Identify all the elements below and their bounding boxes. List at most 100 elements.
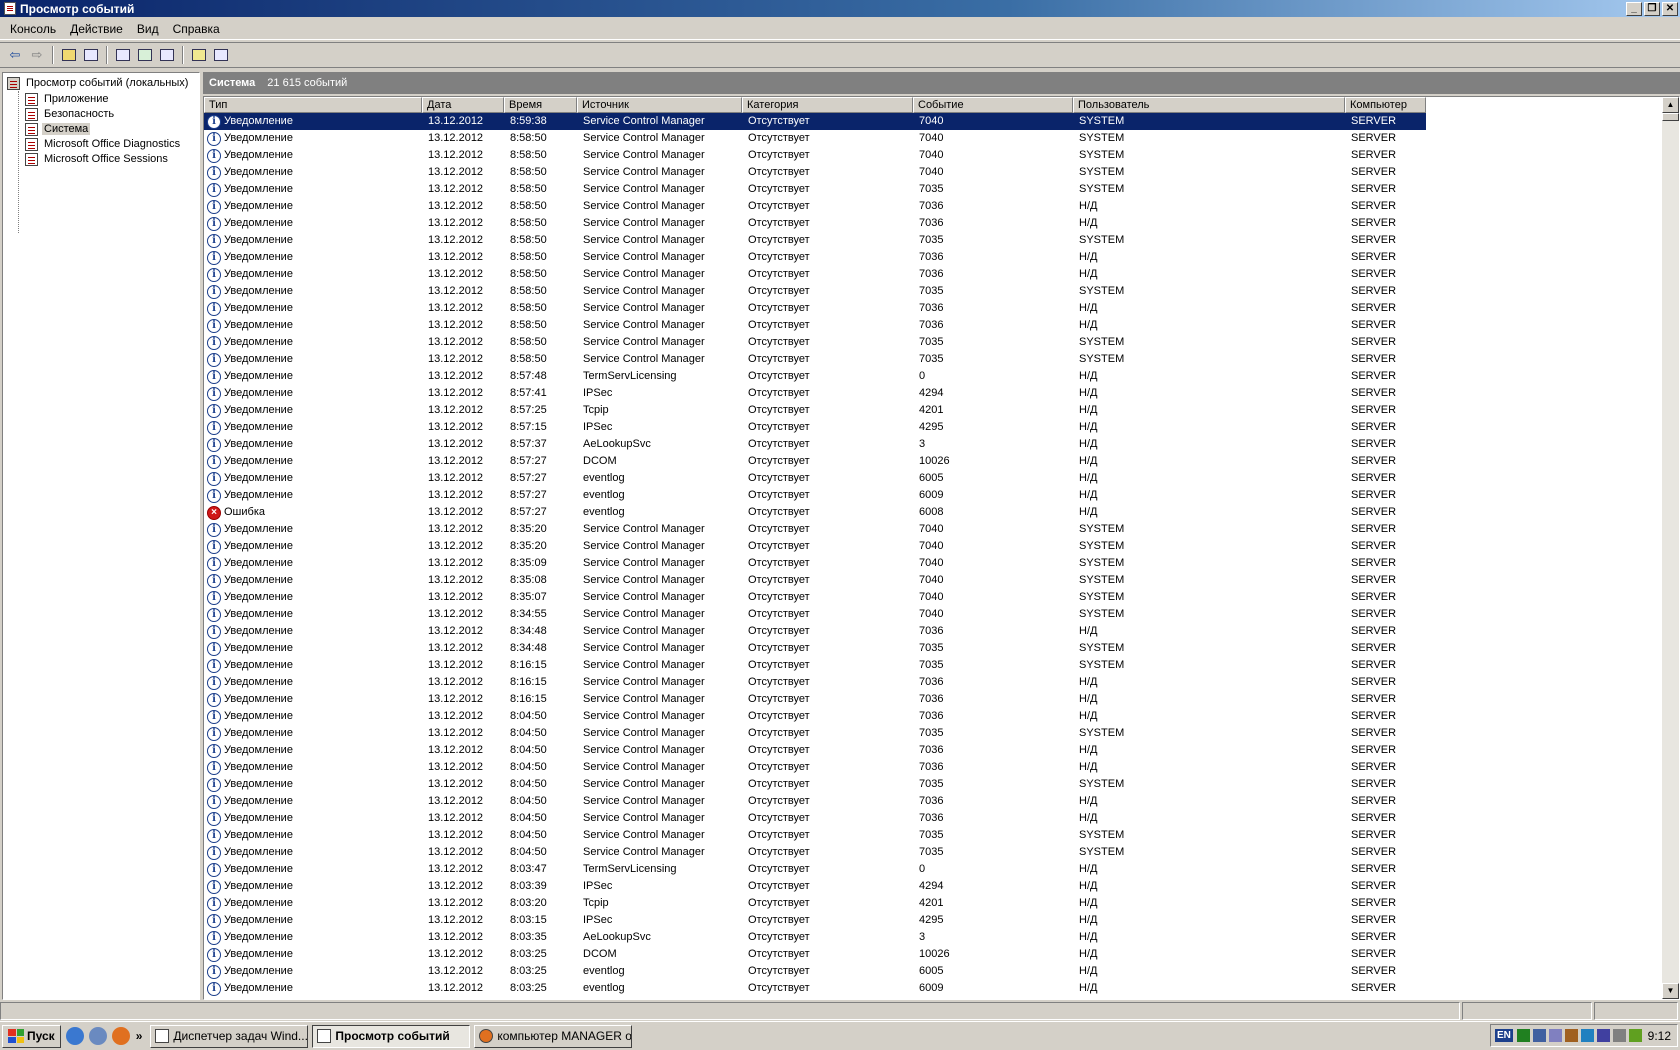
- event-row[interactable]: i Уведомление 13.12.2012 8:58:50 Service Con…: [204, 232, 1660, 249]
- event-row[interactable]: i Уведомление 13.12.2012 8:57:37 AeLookupSvc…: [204, 436, 1660, 453]
- event-row[interactable]: × Ошибка 13.12.2012 8:57:27 eventlog Отсутств…: [204, 504, 1660, 521]
- tree-item-application[interactable]: Приложение: [25, 91, 111, 107]
- event-row[interactable]: i Уведомление 13.12.2012 8:57:27 eventlog Отс…: [204, 487, 1660, 504]
- event-row[interactable]: i Уведомление 13.12.2012 8:34:48 Service Con…: [204, 640, 1660, 657]
- properties-button[interactable]: [112, 45, 134, 65]
- tray-app-icon[interactable]: [1596, 1029, 1610, 1042]
- show-hide-tree-button[interactable]: [80, 45, 102, 65]
- event-row[interactable]: i Уведомление 13.12.2012 8:04:50 Service Con…: [204, 827, 1660, 844]
- tree-item-security[interactable]: Безопасность: [25, 106, 116, 122]
- event-row[interactable]: i Уведомление 13.12.2012 8:57:27 eventlog Отс…: [204, 470, 1660, 487]
- event-row[interactable]: i Уведомление 13.12.2012 8:35:07 Service Con…: [204, 589, 1660, 606]
- event-row[interactable]: i Уведомление 13.12.2012 8:03:47 TermServLic…: [204, 861, 1660, 878]
- event-row[interactable]: i Уведомление 13.12.2012 8:58:50 Service Con…: [204, 334, 1660, 351]
- event-row[interactable]: i Уведомление 13.12.2012 8:58:50 Service Con…: [204, 164, 1660, 181]
- event-row[interactable]: i Уведомление 13.12.2012 8:16:15 Service Con…: [204, 674, 1660, 691]
- event-row[interactable]: i Уведомление 13.12.2012 8:58:50 Service Con…: [204, 249, 1660, 266]
- scrollbar-thumb[interactable]: [1662, 113, 1679, 121]
- start-button[interactable]: Пуск: [2, 1024, 61, 1048]
- event-row[interactable]: i Уведомление 13.12.2012 8:58:50 Service Con…: [204, 198, 1660, 215]
- tray-app-icon[interactable]: [1580, 1029, 1594, 1042]
- event-row[interactable]: i Уведомление 13.12.2012 8:57:41 IPSec Отсутс…: [204, 385, 1660, 402]
- event-row[interactable]: i Уведомление 13.12.2012 8:04:50 Service Con…: [204, 742, 1660, 759]
- back-button[interactable]: ⇦: [4, 45, 26, 65]
- event-row[interactable]: i Уведомление 13.12.2012 8:03:25 eventlog Отс…: [204, 980, 1660, 997]
- vertical-scrollbar[interactable]: ▲ ▼: [1662, 97, 1679, 999]
- event-row[interactable]: i Уведомление 13.12.2012 8:58:50 Service Con…: [204, 181, 1660, 198]
- help-button[interactable]: [188, 45, 210, 65]
- scroll-down-button[interactable]: ▼: [1662, 983, 1679, 999]
- minimize-button[interactable]: _: [1626, 1, 1642, 16]
- event-row[interactable]: i Уведомление 13.12.2012 8:03:20 Tcpip Отсутс…: [204, 895, 1660, 912]
- event-row[interactable]: i Уведомление 13.12.2012 8:58:50 Service Con…: [204, 130, 1660, 147]
- quick-launch-chevron[interactable]: »: [136, 1029, 143, 1043]
- firefox-icon[interactable]: [111, 1027, 130, 1045]
- event-row[interactable]: i Уведомление 13.12.2012 8:35:20 Service Con…: [204, 538, 1660, 555]
- event-viewer-app-icon[interactable]: [4, 2, 16, 15]
- tree-item-system[interactable]: Система: [25, 121, 91, 137]
- event-row[interactable]: i Уведомление 13.12.2012 8:58:50 Service Con…: [204, 147, 1660, 164]
- menu-console[interactable]: Консоль: [3, 22, 63, 36]
- network-icon[interactable]: [1532, 1029, 1546, 1042]
- column-header-user[interactable]: Пользователь: [1073, 97, 1345, 113]
- volume-icon[interactable]: [1612, 1029, 1626, 1042]
- internet-explorer-icon[interactable]: [65, 1027, 84, 1045]
- tray-app-icon[interactable]: [1564, 1029, 1578, 1042]
- event-row[interactable]: i Уведомление 13.12.2012 8:58:50 Service Con…: [204, 317, 1660, 334]
- event-row[interactable]: i Уведомление 13.12.2012 8:59:38 Service Con…: [204, 113, 1660, 130]
- event-row[interactable]: i Уведомление 13.12.2012 8:58:50 Service Con…: [204, 215, 1660, 232]
- column-header-computer[interactable]: Компьютер: [1345, 97, 1426, 113]
- language-indicator[interactable]: EN: [1495, 1029, 1513, 1042]
- scroll-up-button[interactable]: ▲: [1662, 97, 1679, 113]
- event-row[interactable]: i Уведомление 13.12.2012 8:57:25 Tcpip Отсутс…: [204, 402, 1660, 419]
- tree-root-event-viewer[interactable]: Просмотр событий (локальных): [7, 75, 190, 91]
- column-header-source[interactable]: Источник: [577, 97, 742, 113]
- export-list-button[interactable]: [156, 45, 178, 65]
- event-row[interactable]: i Уведомление 13.12.2012 8:34:55 Service Con…: [204, 606, 1660, 623]
- column-header-time[interactable]: Время: [504, 97, 577, 113]
- event-row[interactable]: i Уведомление 13.12.2012 8:57:15 IPSec Отсутс…: [204, 419, 1660, 436]
- show-action-pane-button[interactable]: [210, 45, 232, 65]
- event-row[interactable]: i Уведомление 13.12.2012 8:57:48 TermServLic…: [204, 368, 1660, 385]
- up-level-button[interactable]: [58, 45, 80, 65]
- menu-action[interactable]: Действие: [63, 22, 130, 36]
- event-row[interactable]: i Уведомление 13.12.2012 8:03:25 eventlog Отс…: [204, 963, 1660, 980]
- event-row[interactable]: i Уведомление 13.12.2012 8:04:50 Service Con…: [204, 844, 1660, 861]
- event-row[interactable]: i Уведомление 13.12.2012 8:35:08 Service Con…: [204, 572, 1660, 589]
- event-row[interactable]: i Уведомление 13.12.2012 8:03:35 AeLookupSvc…: [204, 929, 1660, 946]
- tray-app-icon[interactable]: [1548, 1029, 1562, 1042]
- event-list[interactable]: Тип Дата Время Источник Категория Событи…: [203, 96, 1680, 1000]
- event-row[interactable]: i Уведомление 13.12.2012 8:58:50 Service Con…: [204, 283, 1660, 300]
- event-row[interactable]: i Уведомление 13.12.2012 8:03:15 IPSec Отсутс…: [204, 912, 1660, 929]
- clock[interactable]: 9:12: [1648, 1029, 1671, 1043]
- task-button-event-viewer[interactable]: Просмотр событий: [312, 1024, 471, 1048]
- event-row[interactable]: i Уведомление 13.12.2012 8:57:27 DCOM Отсутст…: [204, 453, 1660, 470]
- event-row[interactable]: i Уведомление 13.12.2012 8:35:09 Service Con…: [204, 555, 1660, 572]
- event-row[interactable]: i Уведомление 13.12.2012 8:35:20 Service Con…: [204, 521, 1660, 538]
- close-button[interactable]: ✕: [1662, 1, 1678, 16]
- event-row[interactable]: i Уведомление 13.12.2012 8:58:50 Service Con…: [204, 351, 1660, 368]
- event-row[interactable]: i Уведомление 13.12.2012 8:58:50 Service Con…: [204, 266, 1660, 283]
- task-button-task-manager[interactable]: Диспетчер задач Wind...: [150, 1024, 309, 1048]
- event-row[interactable]: i Уведомление 13.12.2012 8:04:50 Service Con…: [204, 776, 1660, 793]
- event-row[interactable]: i Уведомление 13.12.2012 8:03:39 IPSec Отсутс…: [204, 878, 1660, 895]
- tree-item-office-diagnostics[interactable]: Microsoft Office Diagnostics: [25, 136, 182, 152]
- event-row[interactable]: i Уведомление 13.12.2012 8:58:50 Service Con…: [204, 300, 1660, 317]
- show-desktop-icon[interactable]: [88, 1027, 107, 1045]
- event-row[interactable]: i Уведомление 13.12.2012 8:04:50 Service Con…: [204, 793, 1660, 810]
- event-row[interactable]: i Уведомление 13.12.2012 8:04:50 Service Con…: [204, 759, 1660, 776]
- task-button-computer-manager[interactable]: компьютер MANAGER о...: [474, 1024, 633, 1048]
- menu-help[interactable]: Справка: [166, 22, 227, 36]
- tray-app-icon[interactable]: [1516, 1029, 1530, 1042]
- event-row[interactable]: i Уведомление 13.12.2012 8:03:25 DCOM Отсутст…: [204, 946, 1660, 963]
- event-row[interactable]: i Уведомление 13.12.2012 8:16:15 Service Con…: [204, 691, 1660, 708]
- tray-app-icon[interactable]: [1628, 1029, 1642, 1042]
- event-row[interactable]: i Уведомление 13.12.2012 8:16:15 Service Con…: [204, 657, 1660, 674]
- refresh-button[interactable]: [134, 45, 156, 65]
- menu-view[interactable]: Вид: [130, 22, 166, 36]
- restore-button[interactable]: ❐: [1644, 1, 1660, 16]
- tree-item-office-sessions[interactable]: Microsoft Office Sessions: [25, 151, 170, 167]
- column-header-category[interactable]: Категория: [742, 97, 913, 113]
- forward-button[interactable]: ⇨: [26, 45, 48, 65]
- column-header-type[interactable]: Тип: [204, 97, 422, 113]
